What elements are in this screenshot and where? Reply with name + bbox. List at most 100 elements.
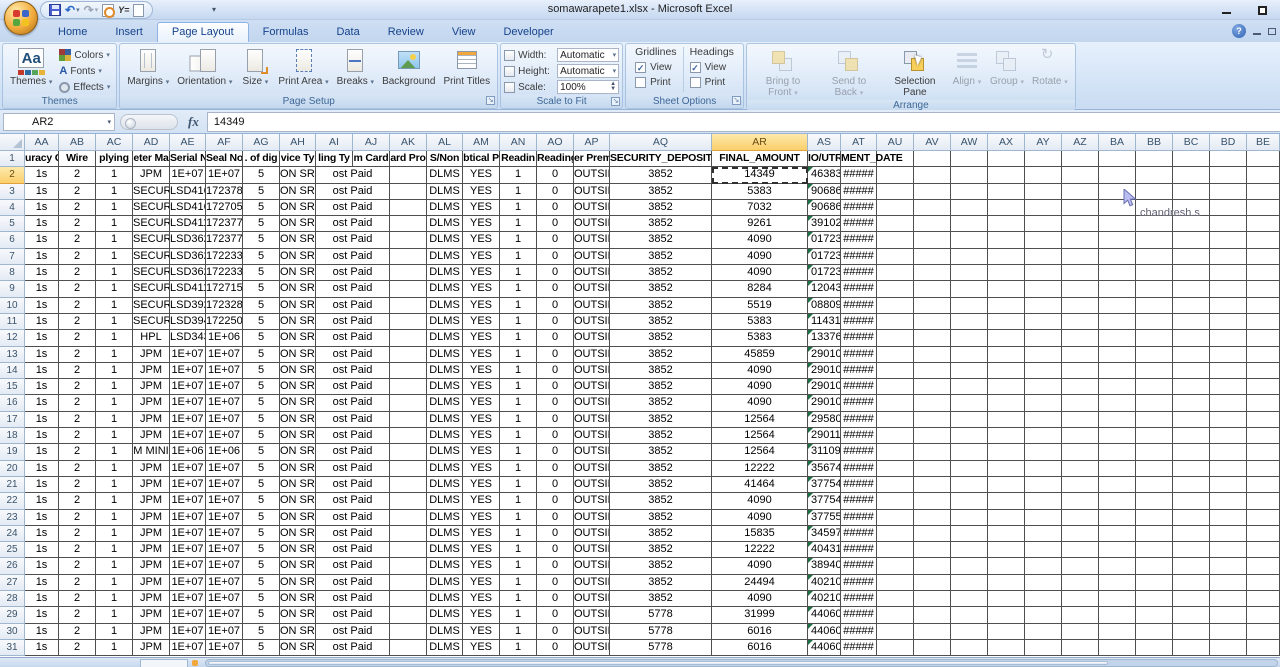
column-header-BB[interactable]: BB [1136,134,1173,151]
cell-BD27[interactable] [1210,575,1247,591]
cell-BC28[interactable] [1173,591,1210,607]
cell-AX10[interactable] [988,298,1025,314]
cell-AR8[interactable]: 4090 [712,265,808,281]
cell-AB14[interactable]: 2 [59,363,96,379]
cell-AF27[interactable]: 1E+07 [206,575,243,591]
row-header-6[interactable]: 6 [0,232,25,248]
cell-AL5[interactable]: DLMS [427,216,463,232]
insert-function-icon[interactable]: fx [188,114,199,130]
cell-AF29[interactable]: 1E+07 [206,607,243,623]
row-header-20[interactable]: 20 [0,461,25,477]
cell-AY20[interactable] [1025,461,1062,477]
cell-AF22[interactable]: 1E+07 [206,493,243,509]
cell-AZ13[interactable] [1062,347,1099,363]
cell-BC11[interactable] [1173,314,1210,330]
cell-AZ7[interactable] [1062,249,1099,265]
cell-AO11[interactable]: 0 [537,314,574,330]
cell-AY5[interactable] [1025,216,1062,232]
column-header-AR[interactable]: AR [712,134,808,151]
cell-AA20[interactable]: 1s [25,461,59,477]
cell-AU13[interactable] [877,347,914,363]
cell-AQ17[interactable]: 3852 [610,412,712,428]
gridlines-print-checkbox[interactable]: Print [635,75,671,90]
cell-BA18[interactable] [1099,428,1136,444]
cell-BA16[interactable] [1099,395,1136,411]
cell-AN12[interactable]: 1 [500,330,537,346]
cell-BA28[interactable] [1099,591,1136,607]
column-header-AH[interactable]: AH [280,134,316,151]
cell-BB26[interactable] [1136,558,1173,574]
cell-AA23[interactable]: 1s [25,510,59,526]
column-header-AC[interactable]: AC [96,134,133,151]
cell-BD28[interactable] [1210,591,1247,607]
cell-AM12[interactable]: YES [463,330,500,346]
cell-AK16[interactable] [390,395,427,411]
cell-AM15[interactable]: YES [463,379,500,395]
cell-AO29[interactable]: 0 [537,607,574,623]
cell-AR28[interactable]: 4090 [712,591,808,607]
cell-AG11[interactable]: 5 [243,314,280,330]
cell-AE15[interactable]: 1E+07 [170,379,206,395]
cell-AR12[interactable]: 5383 [712,330,808,346]
cell-BE24[interactable] [1247,526,1280,542]
cell-AY9[interactable] [1025,281,1062,297]
row-header-12[interactable]: 12 [0,330,25,346]
cell-AB25[interactable]: 2 [59,542,96,558]
row-header-16[interactable]: 16 [0,395,25,411]
cell-AU30[interactable] [877,624,914,640]
cell-AF12[interactable]: 1E+06 [206,330,243,346]
cell-AF26[interactable]: 1E+07 [206,558,243,574]
cell-AM19[interactable]: YES [463,444,500,460]
cell-BB24[interactable] [1136,526,1173,542]
cell-AV27[interactable] [914,575,951,591]
cell-AB8[interactable]: 2 [59,265,96,281]
cell-AD5[interactable]: SECURE [133,216,170,232]
cell-BB18[interactable] [1136,428,1173,444]
cell-AG3[interactable]: 5 [243,184,280,200]
background-button[interactable]: Background [378,45,439,94]
cell-AA17[interactable]: 1s [25,412,59,428]
cell-AV10[interactable] [914,298,951,314]
cell-AQ31[interactable]: 5778 [610,640,712,656]
cell-BE14[interactable] [1247,363,1280,379]
cell-AC14[interactable]: 1 [96,363,133,379]
row-header-4[interactable]: 4 [0,200,25,216]
cell-AI25[interactable]: ost Paid [316,542,390,558]
cell-AF17[interactable]: 1E+07 [206,412,243,428]
cell-AU24[interactable] [877,526,914,542]
cell-AT2[interactable]: ##### [841,167,877,183]
cell-AG25[interactable]: 5 [243,542,280,558]
cell-AW28[interactable] [951,591,988,607]
cell-AL7[interactable]: DLMS [427,249,463,265]
cell-AH27[interactable]: ON SRE [280,575,316,591]
cell-AG22[interactable]: 5 [243,493,280,509]
cell-AC28[interactable]: 1 [96,591,133,607]
cell-AO20[interactable]: 0 [537,461,574,477]
cell-AV14[interactable] [914,363,951,379]
cell-BE8[interactable] [1247,265,1280,281]
column-header-AZ[interactable]: AZ [1062,134,1099,151]
cell-AV15[interactable] [914,379,951,395]
cell-AA31[interactable]: 1s [25,640,59,656]
cell-AD22[interactable]: JPM [133,493,170,509]
cell-AI2[interactable]: ost Paid [316,167,390,183]
cell-AR5[interactable]: 9261 [712,216,808,232]
cell-AR1[interactable]: FINAL_AMOUNT [712,151,808,167]
cell-AX5[interactable] [988,216,1025,232]
cell-AA13[interactable]: 1s [25,347,59,363]
cell-AA26[interactable]: 1s [25,558,59,574]
cell-BE7[interactable] [1247,249,1280,265]
cell-AC8[interactable]: 1 [96,265,133,281]
cell-AW14[interactable] [951,363,988,379]
cell-AG31[interactable]: 5 [243,640,280,656]
cell-AI11[interactable]: ost Paid [316,314,390,330]
cell-AP9[interactable]: OUTSIDI [574,281,610,297]
cell-BA25[interactable] [1099,542,1136,558]
cell-AP5[interactable]: OUTSIDI [574,216,610,232]
cell-AI30[interactable]: ost Paid [316,624,390,640]
cell-AL9[interactable]: DLMS [427,281,463,297]
cell-AI19[interactable]: ost Paid [316,444,390,460]
column-header-AS[interactable]: AS [808,134,841,151]
cell-AG23[interactable]: 5 [243,510,280,526]
cell-AX7[interactable] [988,249,1025,265]
